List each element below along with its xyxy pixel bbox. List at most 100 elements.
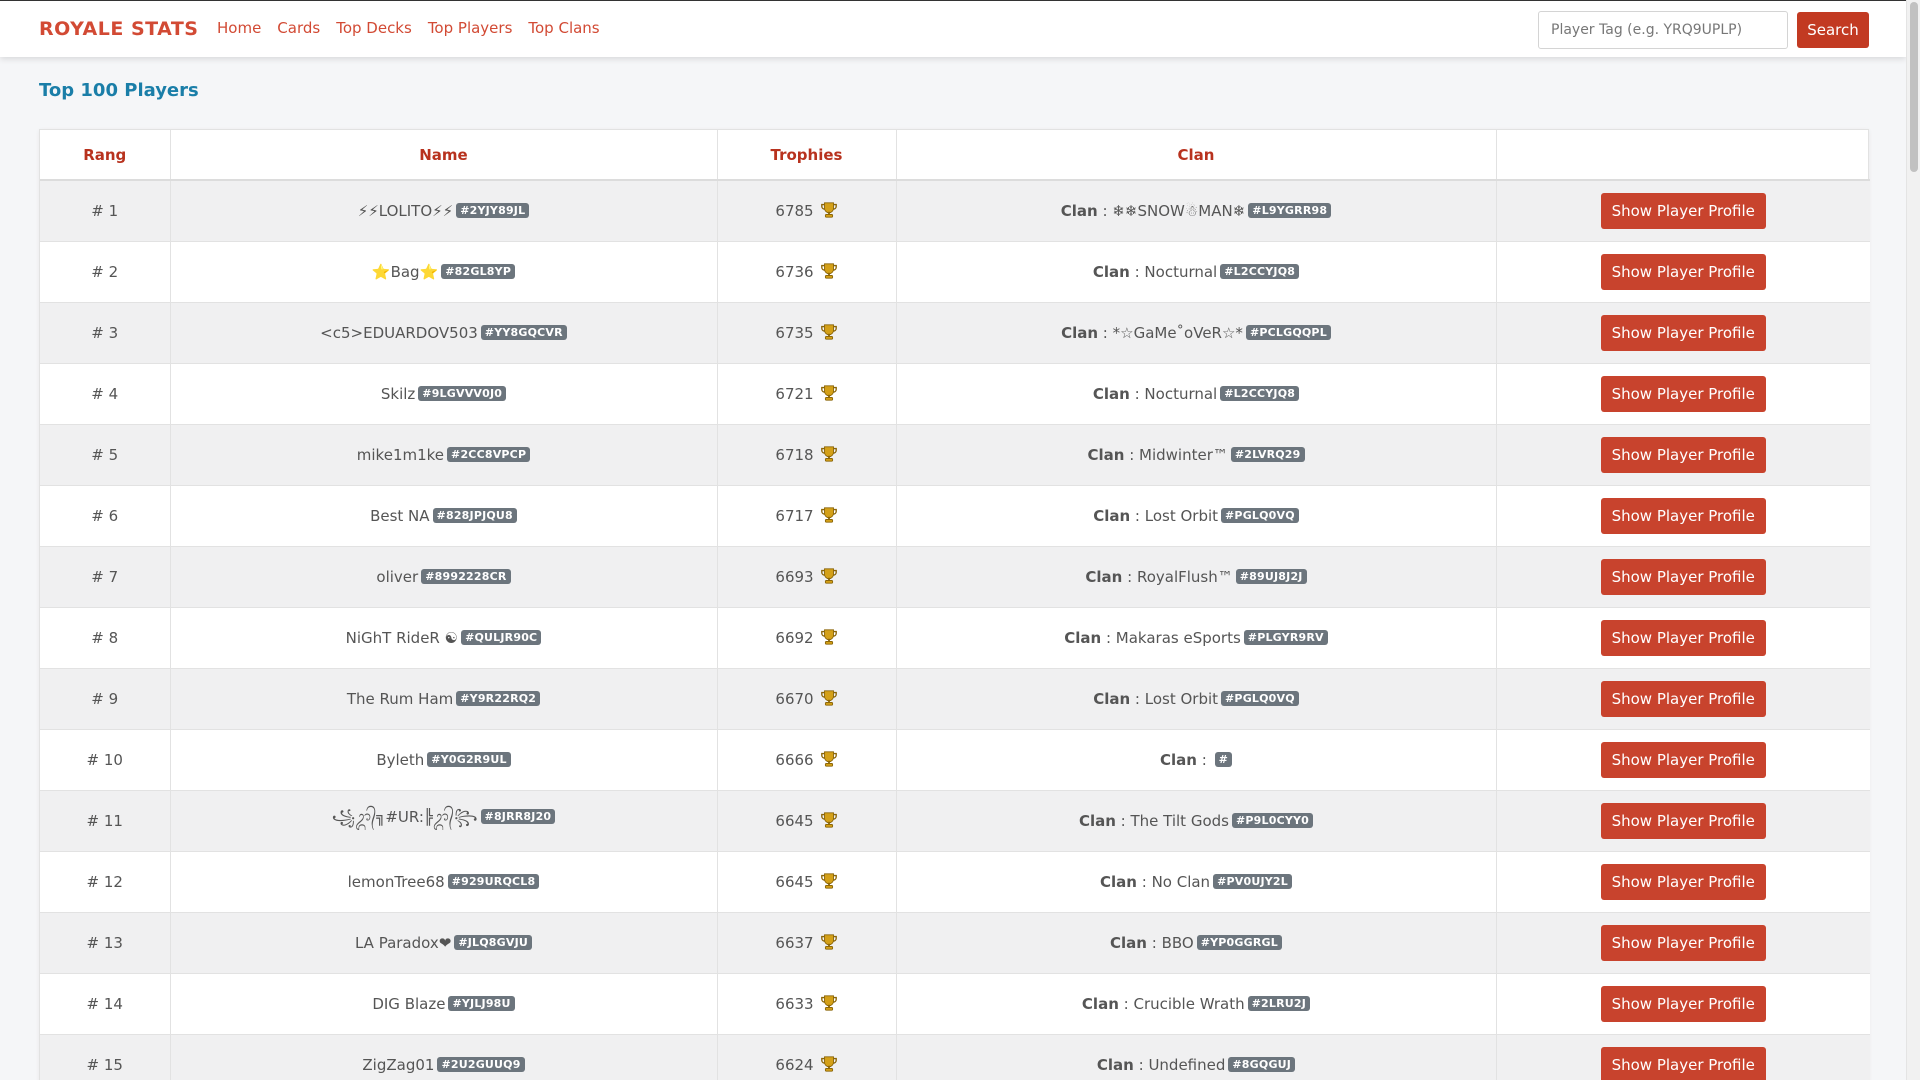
- show-player-profile-button[interactable]: Show Player Profile: [1600, 497, 1766, 534]
- clan-cell: Clan : Lost Orbit #PGLQ0VQ: [896, 485, 1497, 547]
- player-tag-badge: #2CC8VPCP: [447, 446, 531, 462]
- clan-name[interactable]: Midwinter™: [1139, 446, 1228, 464]
- clan-cell: Clan : Nocturnal #L2CCYJQ8: [896, 241, 1497, 303]
- rank-cell: # 7: [40, 546, 171, 608]
- clan-separator: :: [1115, 811, 1131, 830]
- search-button[interactable]: Search: [1797, 12, 1869, 48]
- nav-link-top-players[interactable]: Top Players: [428, 19, 513, 37]
- page-scrollbar[interactable]: [1906, 0, 1920, 1080]
- nav-link-cards[interactable]: Cards: [277, 19, 320, 37]
- nav-link-home[interactable]: Home: [217, 19, 261, 37]
- action-cell: Show Player Profile: [1496, 241, 1870, 303]
- player-rank: # 12: [86, 872, 123, 891]
- clan-name[interactable]: RoyalFlush™: [1137, 568, 1233, 586]
- show-player-profile-button[interactable]: Show Player Profile: [1600, 375, 1766, 412]
- clan-tag-badge: #P9L0CYY0: [1231, 812, 1314, 828]
- show-player-profile-button[interactable]: Show Player Profile: [1600, 1046, 1766, 1080]
- show-player-profile-button[interactable]: Show Player Profile: [1600, 741, 1766, 778]
- player-name: The Rum Ham: [346, 689, 454, 708]
- clan-separator: :: [1118, 994, 1134, 1013]
- trophy-icon: [820, 690, 837, 706]
- show-player-profile-button[interactable]: Show Player Profile: [1600, 619, 1766, 656]
- player-rank: # 11: [86, 811, 123, 830]
- action-cell: Show Player Profile: [1496, 424, 1870, 486]
- player-rank: # 15: [86, 1055, 123, 1074]
- clan-tag-badge: #89UJ8J2J: [1235, 568, 1307, 584]
- trophy-icon: [820, 568, 837, 584]
- action-cell: Show Player Profile: [1496, 973, 1870, 1035]
- clan-cell: Clan : No Clan #PV0UJY2L: [896, 851, 1497, 913]
- clan-name[interactable]: BBO: [1162, 934, 1194, 952]
- clan-name[interactable]: Crucible Wrath: [1133, 995, 1244, 1013]
- clan-separator: :: [1196, 750, 1212, 769]
- action-cell: Show Player Profile: [1496, 1034, 1870, 1080]
- clan-name[interactable]: Nocturnal: [1144, 263, 1217, 281]
- clan-name[interactable]: No Clan: [1152, 873, 1211, 891]
- clan-name[interactable]: ❄❄SNOW☃MAN❄: [1112, 202, 1245, 220]
- clan-tag-badge: #PGLQ0VQ: [1221, 507, 1299, 523]
- show-player-profile-button[interactable]: Show Player Profile: [1600, 985, 1766, 1022]
- player-rank: # 5: [91, 445, 119, 464]
- action-cell: Show Player Profile: [1496, 668, 1870, 730]
- trophy-icon: [820, 1056, 837, 1072]
- clan-name[interactable]: Lost Orbit: [1145, 690, 1218, 708]
- column-header-trophies: Trophies: [717, 130, 897, 181]
- player-tag-badge: #8JRR8J20: [480, 809, 556, 824]
- show-player-profile-button[interactable]: Show Player Profile: [1600, 558, 1766, 595]
- player-trophies: 6645: [775, 812, 814, 830]
- player-name: ZigZag01: [362, 1055, 435, 1074]
- name-cell: NiGhT RideR ☯ #QULJR90C: [170, 607, 718, 669]
- clan-tag-badge: #2LVRQ29: [1230, 446, 1305, 462]
- clan-name[interactable]: Nocturnal: [1144, 385, 1217, 403]
- name-cell: DIG Blaze #YJLJ98U: [170, 973, 718, 1035]
- show-player-profile-button[interactable]: Show Player Profile: [1600, 680, 1766, 717]
- trophies-cell: 6735: [717, 302, 897, 364]
- clan-name[interactable]: Undefined: [1148, 1056, 1225, 1074]
- trophy-icon: [820, 507, 837, 523]
- action-cell: Show Player Profile: [1496, 363, 1870, 425]
- trophies-cell: 6670: [717, 668, 897, 730]
- show-player-profile-button[interactable]: Show Player Profile: [1600, 314, 1766, 351]
- clan-name[interactable]: Lost Orbit: [1145, 507, 1218, 525]
- clan-name[interactable]: Makaras eSports: [1116, 629, 1241, 647]
- table-row: # 8 NiGhT RideR ☯ #QULJR90C 6692 Clan : M…: [40, 607, 1870, 669]
- top-navbar: ROYALE STATS Home Cards Top Decks Top Pl…: [0, 0, 1906, 57]
- show-player-profile-button[interactable]: Show Player Profile: [1600, 436, 1766, 473]
- clan-separator: :: [1097, 201, 1113, 220]
- clan-cell: Clan : *☆GaMe˚oVeR☆* #PCLGQQPL: [896, 302, 1497, 364]
- clan-name[interactable]: *☆GaMe˚oVeR☆*: [1113, 324, 1243, 342]
- scrollbar-thumb[interactable]: [1910, 2, 1918, 172]
- trophy-icon: [820, 446, 837, 462]
- nav-link-top-clans[interactable]: Top Clans: [528, 19, 599, 37]
- action-cell: Show Player Profile: [1496, 546, 1870, 608]
- player-name: lemonTree68: [347, 872, 445, 891]
- player-name: LA Paradox❤: [354, 933, 452, 952]
- show-player-profile-button[interactable]: Show Player Profile: [1600, 924, 1766, 961]
- clan-prefix-label: Clan: [1092, 262, 1130, 281]
- clan-name[interactable]: The Tilt Gods: [1130, 812, 1229, 830]
- show-player-profile-button[interactable]: Show Player Profile: [1600, 253, 1766, 290]
- player-tag-badge: #JLQ8GVJU: [454, 934, 533, 950]
- player-trophies: 6785: [775, 202, 814, 221]
- show-player-profile-button[interactable]: Show Player Profile: [1600, 802, 1766, 839]
- player-name: ⭐Bag⭐: [371, 262, 439, 281]
- clan-cell: Clan : BBO #YP0GGRGL: [896, 912, 1497, 974]
- clan-cell: Clan : Midwinter™ #2LVRQ29: [896, 424, 1497, 486]
- show-player-profile-button[interactable]: Show Player Profile: [1600, 192, 1766, 229]
- nav-link-top-decks[interactable]: Top Decks: [336, 19, 412, 37]
- trophies-cell: 6624: [717, 1034, 897, 1080]
- player-tag-badge: #YJLJ98U: [448, 995, 515, 1011]
- clan-prefix-label: Clan: [1060, 201, 1098, 220]
- player-tag-search-input[interactable]: [1538, 11, 1788, 49]
- rank-cell: # 8: [40, 607, 171, 669]
- show-player-profile-button[interactable]: Show Player Profile: [1600, 863, 1766, 900]
- rank-cell: # 12: [40, 851, 171, 913]
- action-cell: Show Player Profile: [1496, 302, 1870, 364]
- table-row: # 9 The Rum Ham #Y9R22RQ2 6670 Clan : Los…: [40, 668, 1870, 730]
- trophies-cell: 6645: [717, 790, 897, 852]
- player-rank: # 13: [86, 933, 123, 952]
- action-cell: Show Player Profile: [1496, 851, 1870, 913]
- clan-separator: :: [1133, 1055, 1149, 1074]
- player-trophies: 6735: [775, 324, 814, 342]
- brand-logo[interactable]: ROYALE STATS: [39, 18, 199, 40]
